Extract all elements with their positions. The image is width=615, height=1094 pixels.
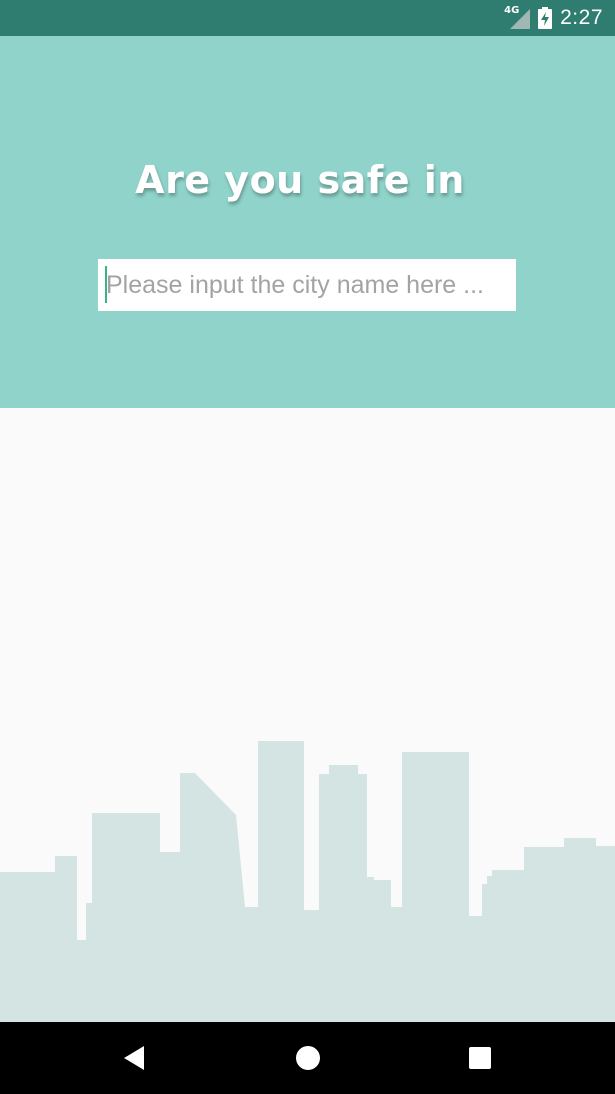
status-bar: 4G 2:27	[0, 0, 615, 36]
signal-icon	[510, 9, 531, 29]
city-name-input[interactable]	[98, 259, 516, 311]
page-title: Are you safe in	[135, 158, 465, 202]
recents-icon	[469, 1047, 491, 1069]
city-skyline-illustration	[0, 741, 615, 1022]
app-screen: 4G 2:27 Are you safe in	[0, 0, 615, 1094]
home-icon	[296, 1046, 320, 1070]
recents-button[interactable]	[458, 1036, 502, 1080]
search-header: Are you safe in	[0, 36, 615, 408]
signal-indicator: 4G	[504, 5, 531, 29]
system-navigation-bar	[0, 1022, 615, 1094]
battery-charging-icon	[538, 7, 553, 29]
clock-time: 2:27	[560, 6, 603, 29]
home-button[interactable]	[286, 1036, 330, 1080]
status-indicators: 4G 2:27	[504, 0, 603, 36]
text-cursor	[105, 266, 107, 303]
back-icon	[124, 1046, 144, 1070]
back-button[interactable]	[112, 1036, 156, 1080]
